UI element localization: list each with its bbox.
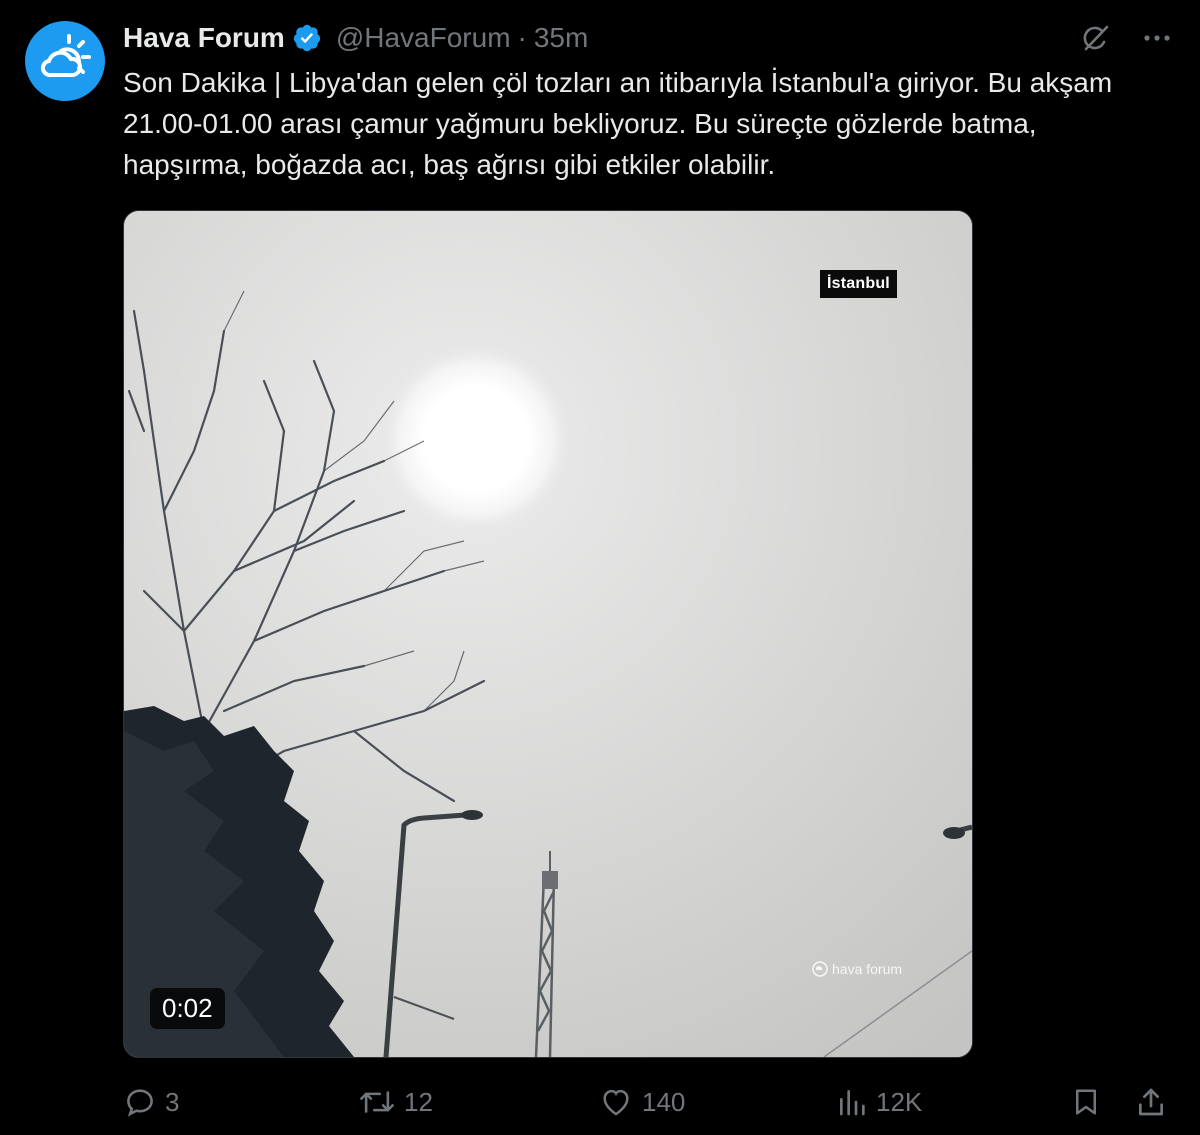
more-icon[interactable] xyxy=(1142,23,1172,53)
like-icon xyxy=(603,1089,629,1116)
author-name[interactable]: Hava Forum xyxy=(123,22,285,54)
bookmark-button[interactable] xyxy=(1071,1082,1101,1122)
video-frame-image xyxy=(124,211,972,1057)
bookmark-icon xyxy=(1076,1089,1096,1115)
tweet-top-actions xyxy=(1080,22,1172,54)
tweet-text: Son Dakika | Libya'dan gelen çöl tozları… xyxy=(123,67,1113,180)
views-button[interactable]: 12K xyxy=(836,1082,922,1122)
share-icon xyxy=(1139,1088,1163,1116)
separator-dot: · xyxy=(517,22,527,53)
watermark-text: hava forum xyxy=(832,961,903,977)
like-count: 140 xyxy=(642,1086,686,1117)
author-handle[interactable]: @HavaForum xyxy=(336,22,511,54)
cloud-sun-logo-icon xyxy=(40,34,91,78)
views-icon xyxy=(840,1090,865,1116)
repost-button[interactable]: 12 xyxy=(358,1082,433,1122)
repost-icon xyxy=(360,1091,394,1113)
video-player[interactable]: İstanbul hava forum 0:02 xyxy=(123,210,973,1058)
reply-count: 3 xyxy=(165,1086,180,1117)
tweet-header: Hava Forum @HavaForum · 35m xyxy=(123,18,588,58)
view-count: 12K xyxy=(876,1086,923,1117)
reply-icon xyxy=(127,1089,153,1117)
verified-badge-icon xyxy=(293,24,320,52)
timestamp[interactable]: 35m xyxy=(534,22,588,54)
location-badge: İstanbul xyxy=(820,270,897,298)
avatar[interactable] xyxy=(25,21,105,101)
grok-icon[interactable] xyxy=(1080,22,1112,54)
like-button[interactable]: 140 xyxy=(598,1082,685,1122)
share-button[interactable] xyxy=(1135,1082,1167,1122)
video-duration: 0:02 xyxy=(150,988,225,1029)
repost-count: 12 xyxy=(404,1086,433,1117)
reply-button[interactable]: 3 xyxy=(123,1082,179,1122)
hava-forum-logo-icon xyxy=(812,961,828,977)
action-bar: 3 12 140 12K xyxy=(123,1082,1171,1122)
watermark: hava forum xyxy=(812,961,902,977)
